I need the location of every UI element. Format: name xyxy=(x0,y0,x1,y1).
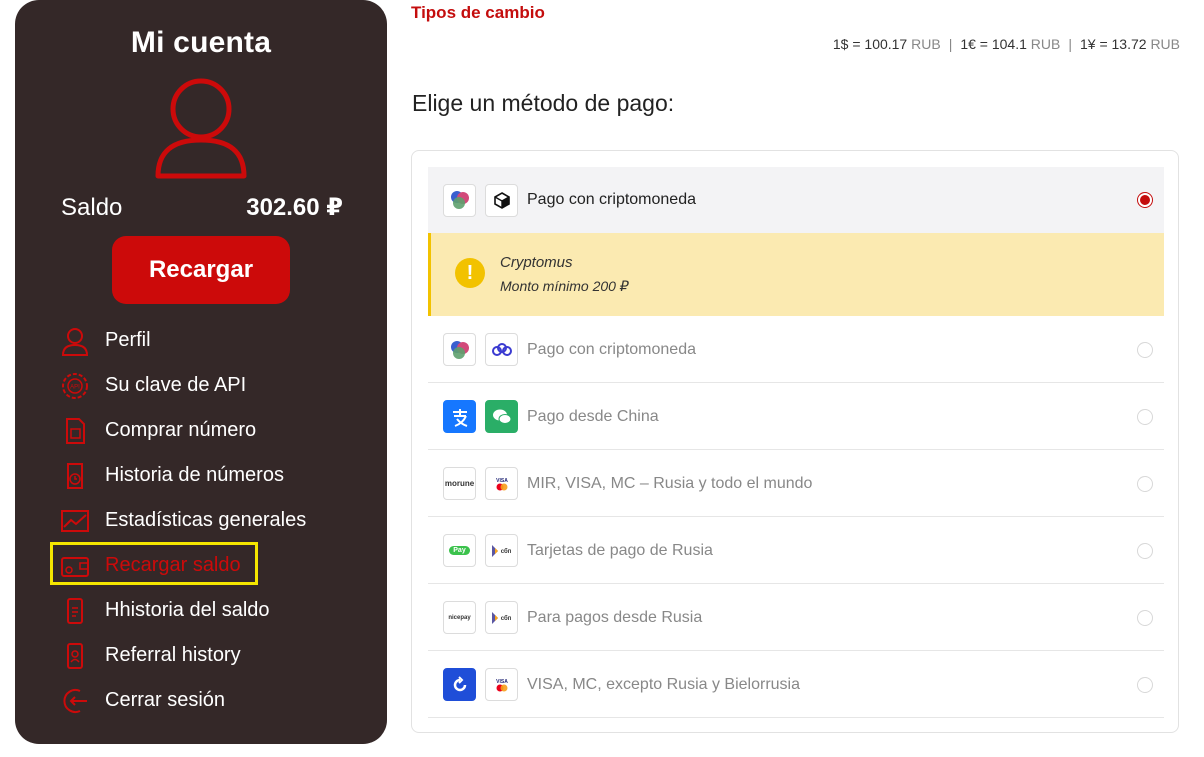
balance-value: 302.60 ₽ xyxy=(246,194,343,221)
balance-history-icon xyxy=(59,595,91,627)
rate-eur: 1€ = 104.1 xyxy=(960,36,1027,52)
chart-icon xyxy=(59,505,91,537)
payment-method-radio[interactable] xyxy=(1137,192,1153,208)
api-key-icon: API xyxy=(59,370,91,402)
notice-min-amount: Monto mínimo 200 ₽ xyxy=(500,278,629,294)
rate-separator: | xyxy=(948,36,953,52)
balance-label: Saldo xyxy=(61,193,123,221)
sidebar-menu: Perfil API Su clave de API Comprar númer… xyxy=(59,318,369,723)
sidebar-item-label: Su clave de API xyxy=(105,374,247,396)
payment-method-radio[interactable] xyxy=(1137,475,1153,492)
rate-unit: RUB xyxy=(911,36,941,52)
cloud-link-logo-icon xyxy=(485,333,518,366)
user-icon xyxy=(59,325,91,357)
sidebar-item-label: Perfil xyxy=(105,329,151,351)
topup-button[interactable]: Recargar xyxy=(112,236,290,304)
history-icon xyxy=(59,460,91,492)
sim-card-icon xyxy=(59,415,91,447)
payment-method-visa-mc-international[interactable]: VISA VISA, MC, excepto Rusia y Bielorrus… xyxy=(428,652,1164,718)
payment-method-label: Pago con criptomoneda xyxy=(527,340,696,358)
rate-unit: RUB xyxy=(1030,36,1061,52)
sidebar-item-label: Comprar número xyxy=(105,419,257,441)
payment-methods-list: Pago con criptomoneda ! Cryptomus Monto … xyxy=(411,150,1179,733)
sidebar-item-label: Referral history xyxy=(105,644,241,666)
min-amount-notice: ! Cryptomus Monto mínimo 200 ₽ xyxy=(428,233,1164,316)
svg-text:API: API xyxy=(70,384,80,390)
payment-method-radio[interactable] xyxy=(1137,542,1153,559)
account-sidebar: Mi cuenta Saldo 302.60 ₽ Recargar Perfil… xyxy=(15,0,387,744)
sbp-logo-icon: сбп xyxy=(485,601,518,634)
payment-method-label: Para pagos desde Rusia xyxy=(527,608,703,626)
sidebar-item-referral-history[interactable]: Referral history xyxy=(59,633,369,678)
pay-logo-icon: Pay xyxy=(443,534,476,567)
sidebar-item-profile[interactable]: Perfil xyxy=(59,318,369,363)
exchange-rates-title: Tipos de cambio xyxy=(411,3,545,22)
logout-icon xyxy=(59,685,91,717)
wallet-icon xyxy=(59,550,91,582)
payment-method-radio[interactable] xyxy=(1137,676,1153,693)
sidebar-item-topup-balance[interactable]: Recargar saldo xyxy=(59,543,369,588)
sidebar-item-label: Cerrar sesión xyxy=(105,689,226,711)
exchange-rates: 1$ = 100.17 RUB | 1€ = 104.1 RUB | 1¥ = 13.7… xyxy=(833,36,1180,52)
sbp-logo-icon: сбп xyxy=(485,534,518,567)
sidebar-item-label: Hhistoria del saldo xyxy=(105,599,270,621)
sidebar-item-logout[interactable]: Cerrar sesión xyxy=(59,678,369,723)
cube-logo-icon xyxy=(485,183,518,217)
alipay-logo-icon xyxy=(443,400,476,433)
payment-method-crypto-cryptomus[interactable]: Pago con criptomoneda xyxy=(428,167,1164,233)
payment-method-label: VISA, MC, excepto Rusia y Bielorrusia xyxy=(527,675,800,693)
warning-icon: ! xyxy=(455,258,485,288)
sidebar-title: Mi cuenta xyxy=(130,26,272,59)
nicepay-logo-icon: nicepay xyxy=(443,601,476,634)
rate-separator: | xyxy=(1068,36,1072,52)
sidebar-item-label: Estadísticas generales xyxy=(105,509,307,531)
payment-method-china[interactable]: Pago desde China xyxy=(428,384,1164,450)
svg-text:VISA: VISA xyxy=(496,478,508,484)
payment-method-label: Tarjetas de pago de Rusia xyxy=(527,541,713,559)
payment-method-crypto-2[interactable]: Pago con criptomoneda xyxy=(428,317,1164,383)
payment-method-mir-visa-mc[interactable]: morune VISA MIR, VISA, MC – Rusia y todo… xyxy=(428,451,1164,517)
sidebar-item-balance-history[interactable]: Hhistoria del saldo xyxy=(59,588,369,633)
sidebar-item-buy-number[interactable]: Comprar número xyxy=(59,408,369,453)
payment-method-label: Pago con criptomoneda xyxy=(527,191,696,208)
svg-text:сбп: сбп xyxy=(500,548,511,555)
rate-cny: 1¥ = 13.72 xyxy=(1079,36,1147,52)
svg-text:VISA: VISA xyxy=(496,679,508,685)
sidebar-item-number-history[interactable]: Historia de números xyxy=(59,453,369,498)
referral-icon xyxy=(59,640,91,672)
payment-method-radio[interactable] xyxy=(1137,341,1153,358)
payment-method-radio[interactable] xyxy=(1137,609,1153,626)
rate-usd: 1$ = 100.17 xyxy=(832,36,908,52)
visa-mastercard-logo-icon: VISA xyxy=(485,467,518,500)
sidebar-item-statistics[interactable]: Estadísticas generales xyxy=(59,498,369,543)
payment-method-from-russia[interactable]: nicepay сбп Para pagos desde Rusia xyxy=(428,585,1164,651)
notice-provider: Cryptomus xyxy=(500,254,573,271)
payment-method-title: Elige un método de pago: xyxy=(412,90,675,116)
morune-logo-icon: morune xyxy=(443,467,476,500)
wechat-logo-icon xyxy=(485,400,518,433)
user-avatar-icon xyxy=(155,78,247,179)
sidebar-item-label: Historia de números xyxy=(105,464,284,486)
rate-unit: RUB xyxy=(1150,36,1180,52)
crypto-coins-logo-icon xyxy=(443,333,476,366)
refresh-pay-logo-icon xyxy=(443,668,476,701)
crypto-coins-logo-icon xyxy=(443,183,476,217)
balance-row: Saldo 302.60 ₽ xyxy=(61,193,343,222)
payment-method-russian-cards[interactable]: Pay сбп Tarjetas de pago de Rusia xyxy=(428,518,1164,584)
payment-method-label: MIR, VISA, MC – Rusia y todo el mundo xyxy=(527,474,813,492)
sidebar-item-label: Recargar saldo xyxy=(105,554,241,576)
payment-method-radio[interactable] xyxy=(1137,408,1153,425)
svg-text:сбп: сбп xyxy=(500,615,511,622)
sidebar-item-api-key[interactable]: API Su clave de API xyxy=(59,363,369,408)
visa-mastercard-logo-icon: VISA xyxy=(485,668,518,701)
payment-method-label: Pago desde China xyxy=(527,407,659,425)
pay-badge: Pay xyxy=(449,546,470,555)
